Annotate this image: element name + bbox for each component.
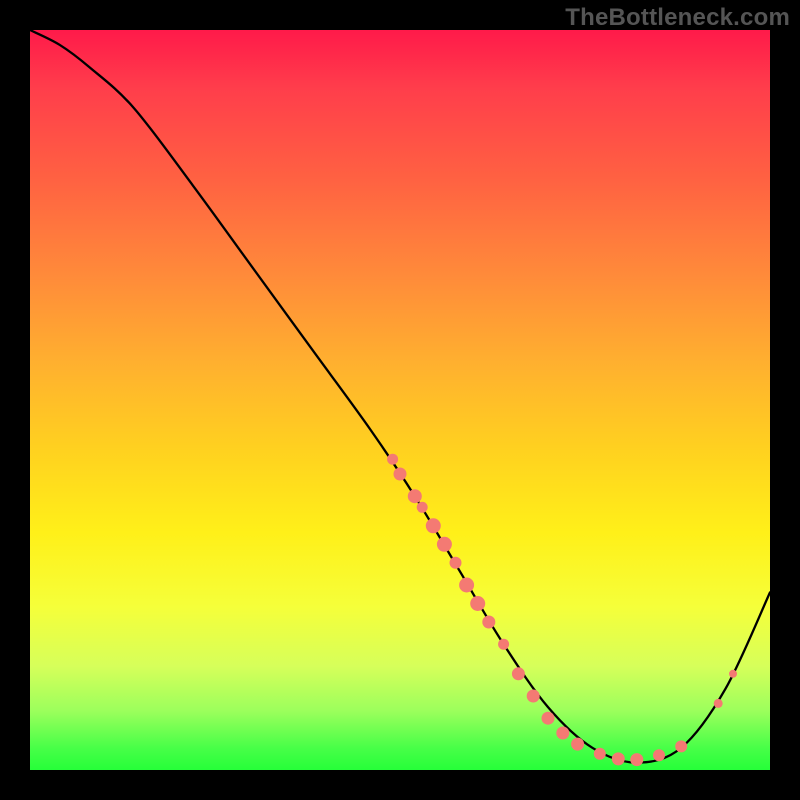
data-point xyxy=(729,670,737,678)
data-point xyxy=(653,749,665,761)
data-point xyxy=(594,748,606,760)
watermark-text: TheBottleneck.com xyxy=(565,4,790,32)
data-point xyxy=(512,667,525,680)
bottleneck-curve xyxy=(30,30,770,763)
data-point xyxy=(482,616,495,629)
data-point xyxy=(408,489,422,503)
chart-stage: TheBottleneck.com xyxy=(0,0,800,800)
data-point xyxy=(542,712,555,725)
data-point xyxy=(527,690,540,703)
data-point xyxy=(498,639,509,650)
data-point xyxy=(459,578,474,593)
data-point xyxy=(426,518,441,533)
curve-svg xyxy=(30,30,770,770)
data-point xyxy=(556,727,569,740)
data-point xyxy=(450,557,462,569)
data-point xyxy=(675,740,687,752)
data-point xyxy=(470,596,485,611)
data-point xyxy=(417,502,428,513)
data-markers xyxy=(387,454,737,766)
data-point xyxy=(571,738,584,751)
data-point xyxy=(387,454,398,465)
data-point xyxy=(394,468,407,481)
data-point xyxy=(714,699,723,708)
plot-area xyxy=(30,30,770,770)
data-point xyxy=(612,752,625,765)
data-point xyxy=(630,753,643,766)
data-point xyxy=(437,537,452,552)
